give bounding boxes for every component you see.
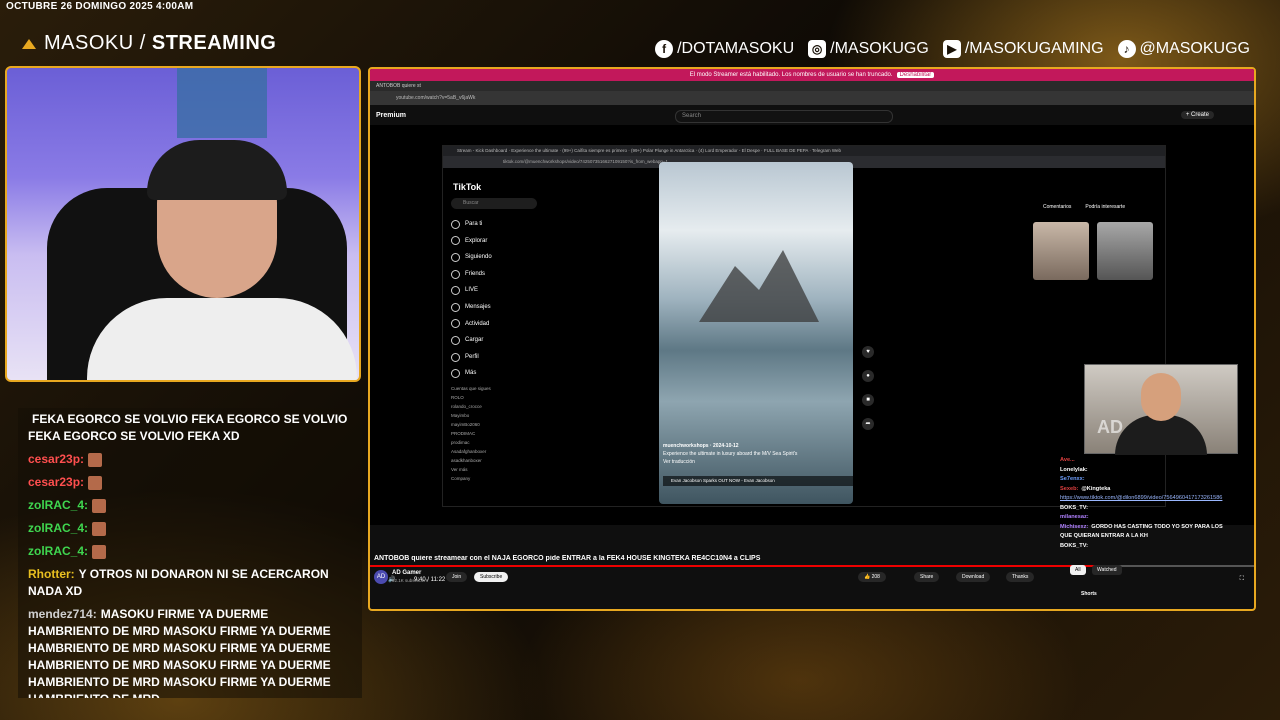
video-title: ANTOBOB quiere streamear con el ÑAJA EGO… [374, 555, 761, 562]
tiktok-icon: ♪ [1117, 40, 1136, 58]
youtube-icon: ▶ [942, 40, 961, 58]
chat-message: zolRAC_4: [18, 517, 362, 540]
shorts-label[interactable]: Shorts [1076, 589, 1102, 599]
datetime-label: OCTUBRE 26 DOMINGO 2025 4:00AM [6, 1, 194, 12]
tiktok-search: Buscar [451, 198, 537, 209]
subscribe-button[interactable]: Subscribe [474, 572, 509, 582]
chat-message: Rhotter: Y OTROS NI DONARON NI SE ACERCAR… [28, 567, 329, 598]
nav-item: Cargar [451, 332, 492, 349]
ad-logo-icon: AD [1097, 417, 1123, 437]
nav-item: LIVE [451, 282, 492, 299]
join-button[interactable]: Join [446, 572, 468, 582]
stream-chat: FEKA EGORCO SE VOLVIO FEKA EGORCO SE VOL… [18, 408, 362, 698]
browser-window: El modo Streamer está habilitado. Los no… [368, 67, 1256, 611]
right-tabs: Comentarios Podría interesarte [1043, 204, 1126, 210]
heart-icon: ♥ [862, 346, 874, 358]
tiktok-logo: TikTok [453, 182, 482, 192]
emote-icon [92, 521, 107, 536]
address-bar[interactable]: youtube.com/watch?v=5aB_v6jaWk [370, 91, 1254, 105]
streamer-cap [147, 140, 287, 200]
wall-poster [177, 68, 267, 138]
tiktok-nav: Para ti Explorar Siguiendo Friends LIVE … [451, 216, 492, 382]
disable-button[interactable]: Deshabilitar [896, 72, 935, 78]
share-icon: ➦ [862, 418, 874, 430]
webcam-feed [5, 66, 361, 382]
emote-icon [88, 452, 103, 467]
channel-name[interactable]: AD Gamer [392, 570, 421, 576]
clip-song: Evan Jacobson Sparks OUT NOW - Evan Jaco… [663, 476, 861, 486]
like-button[interactable]: 👍 208 [858, 572, 886, 582]
video-player[interactable]: Stream - Kick Dashboard · Experience the… [370, 125, 1254, 583]
following-list: Cuentas que sigues ROLO rolando_crocce Ma… [451, 386, 491, 481]
inner-chat: Ave... Lonelylak: Se7enxx: Sexeb: @Kingte… [1060, 457, 1223, 549]
guest-webcam: AD [1084, 364, 1238, 455]
nav-item: Mensajes [451, 299, 492, 316]
nav-item: Más [451, 365, 492, 382]
social-facebook: f/DOTAMASOKU [655, 40, 794, 58]
brand-title: MASOKU / STREAMING [44, 32, 277, 54]
youtube-logo[interactable]: Premium [376, 112, 406, 119]
social-tiktok: ♪ @MASOKUGG [1117, 40, 1250, 58]
share-button[interactable]: Share [914, 572, 940, 582]
nav-item: Para ti [451, 216, 492, 233]
suggested-thumbs [1033, 222, 1153, 280]
nav-item: Explorar [451, 233, 492, 250]
emote-icon [92, 498, 107, 513]
streamer-mode-notice: El modo Streamer está habilitado. Los no… [370, 69, 1254, 81]
chat-message: mendez714: MASOKU FIRME YA DUERME HAMBRIE… [28, 607, 331, 698]
emote-icon [92, 544, 107, 559]
social-instagram: ◎/MASOKUGG [808, 40, 929, 58]
bookmark-icon: ■ [862, 394, 874, 406]
search-input[interactable]: Search [675, 110, 893, 123]
thumb [1033, 222, 1089, 280]
thumb [1097, 222, 1153, 280]
social-youtube: ▶/MASOKUGAMING [942, 40, 1104, 58]
inner-tab-strip: Stream - Kick Dashboard · Experience the… [443, 146, 1165, 156]
facebook-icon: f [655, 40, 674, 58]
streamer-shirt [87, 298, 357, 380]
nav-item: Friends [451, 266, 492, 283]
nav-item: Perfil [451, 349, 492, 366]
chat-message: zolRAC_4: [18, 540, 362, 563]
comment-icon: ● [862, 370, 874, 382]
emote-icon [88, 475, 103, 490]
chat-message: cesar23p: [18, 471, 362, 494]
filter-all[interactable]: All [1070, 565, 1086, 575]
triangle-logo-icon [22, 38, 36, 49]
clip-caption: muenchworkshops · 2024-10-12 Experience … [663, 443, 798, 465]
nav-item: Actividad [451, 316, 492, 333]
nav-item: Siguiendo [451, 249, 492, 266]
chat-message: FEKA EGORCO SE VOLVIO FEKA EGORCO SE VOL… [28, 412, 348, 443]
chat-message: zolRAC_4: [18, 494, 362, 517]
stream-brand: MASOKU / STREAMING [22, 32, 276, 55]
youtube-header: Premium Search + Create [370, 105, 1254, 125]
browser-tab[interactable]: ANTOBOB quiere st [370, 81, 1254, 91]
chat-message: cesar23p: [18, 448, 362, 471]
shared-screen: Stream - Kick Dashboard · Experience the… [442, 145, 1238, 549]
instagram-icon: ◎ [808, 40, 827, 58]
social-links: f/DOTAMASOKU ◎/MASOKUGG ▶/MASOKUGAMING ♪… [655, 40, 1250, 58]
iceberg-shape [699, 250, 819, 322]
filter-watched[interactable]: Watched [1092, 565, 1122, 575]
thanks-button[interactable]: Thanks [1006, 572, 1035, 582]
download-button[interactable]: Download [956, 572, 991, 582]
subscriber-count: 92.1K subscribers [392, 578, 429, 583]
channel-avatar[interactable]: AD [374, 570, 388, 584]
clip-actions: ♥ ● ■ ➦ [861, 346, 875, 430]
create-button[interactable]: + Create [1180, 111, 1214, 119]
